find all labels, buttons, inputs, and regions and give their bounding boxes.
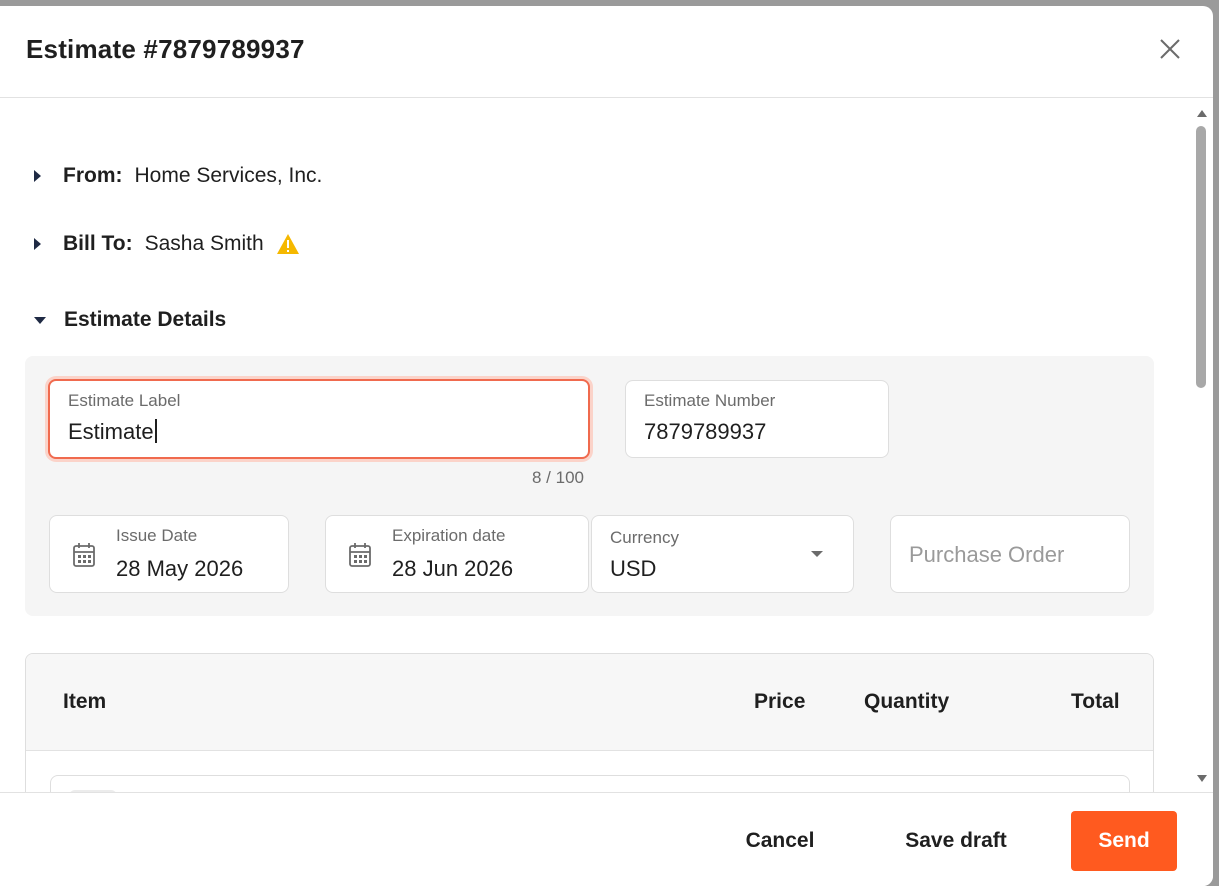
column-header-item: Item	[63, 690, 107, 713]
currency-label: Currency	[610, 528, 679, 547]
page-title: Estimate #7879789937	[26, 34, 305, 64]
currency-value: USD	[610, 556, 657, 581]
estimate-label-input[interactable]: Estimate	[68, 419, 157, 445]
estimate-number-field[interactable]: Estimate Number 7879789937	[625, 380, 889, 458]
expiration-date-field[interactable]: Expiration date 28 Jun 2026	[325, 515, 589, 593]
warning-icon	[276, 234, 299, 254]
issue-date-label: Issue Date	[116, 526, 198, 545]
caret-down-icon	[34, 316, 46, 324]
chevron-down-icon	[811, 551, 823, 557]
modal-footer: Cancel Save draft Send	[0, 792, 1213, 886]
issue-date-field[interactable]: Issue Date 28 May 2026	[49, 515, 289, 593]
estimate-details-section-toggle[interactable]: Estimate Details	[34, 308, 238, 332]
bill-to-label: Bill To:	[63, 232, 133, 255]
column-header-quantity: Quantity	[864, 690, 950, 713]
from-section-toggle[interactable]: From: Home Services, Inc.	[34, 164, 322, 188]
caret-right-icon	[34, 170, 41, 182]
estimate-number-label: Estimate Number	[644, 391, 776, 410]
currency-select[interactable]: Currency USD	[591, 515, 854, 593]
expiration-date-value: 28 Jun 2026	[392, 556, 514, 581]
purchase-order-input[interactable]: Purchase Order	[890, 515, 1130, 593]
modal-body: From: Home Services, Inc. Bill To: Sasha…	[0, 98, 1213, 792]
bill-to-value: Sasha Smith	[144, 232, 264, 255]
estimate-modal: Estimate #7879789937 From: Home Services…	[0, 6, 1213, 886]
table-header: Item Price Quantity Total	[26, 654, 1153, 751]
from-value: Home Services, Inc.	[134, 164, 323, 187]
close-icon	[1160, 39, 1180, 59]
from-label: From:	[63, 164, 123, 187]
text-cursor	[154, 419, 157, 443]
character-counter: 8 / 100	[532, 468, 584, 487]
scroll-up-icon[interactable]	[1197, 110, 1207, 117]
close-button[interactable]	[1157, 36, 1183, 62]
items-table: Item Price Quantity Total	[25, 653, 1154, 792]
calendar-icon	[349, 543, 371, 567]
table-row[interactable]	[50, 775, 1130, 792]
caret-right-icon	[34, 238, 41, 250]
estimate-details-label: Estimate Details	[64, 308, 227, 331]
estimate-label-label: Estimate Label	[68, 391, 181, 410]
save-draft-button[interactable]: Save draft	[890, 811, 1022, 871]
scroll-down-icon[interactable]	[1197, 775, 1207, 782]
calendar-icon	[73, 543, 95, 567]
estimate-label-value: Estimate	[68, 419, 154, 444]
vertical-scrollbar[interactable]	[1194, 106, 1208, 786]
estimate-details-panel: Estimate Label Estimate 8 / 100 Estimate…	[25, 356, 1154, 616]
expiration-date-label: Expiration date	[392, 526, 506, 545]
send-button[interactable]: Send	[1071, 811, 1177, 871]
bill-to-section-toggle[interactable]: Bill To: Sasha Smith	[34, 232, 300, 256]
estimate-number-value: 7879789937	[644, 419, 767, 444]
purchase-order-placeholder: Purchase Order	[909, 542, 1065, 567]
estimate-label-field[interactable]: Estimate Label Estimate	[48, 379, 590, 459]
issue-date-value: 28 May 2026	[116, 556, 244, 581]
column-header-price: Price	[754, 690, 806, 713]
cancel-button[interactable]: Cancel	[730, 811, 830, 871]
scrollbar-thumb[interactable]	[1196, 126, 1206, 388]
modal-header: Estimate #7879789937	[0, 6, 1213, 98]
column-header-total: Total	[1071, 690, 1120, 713]
